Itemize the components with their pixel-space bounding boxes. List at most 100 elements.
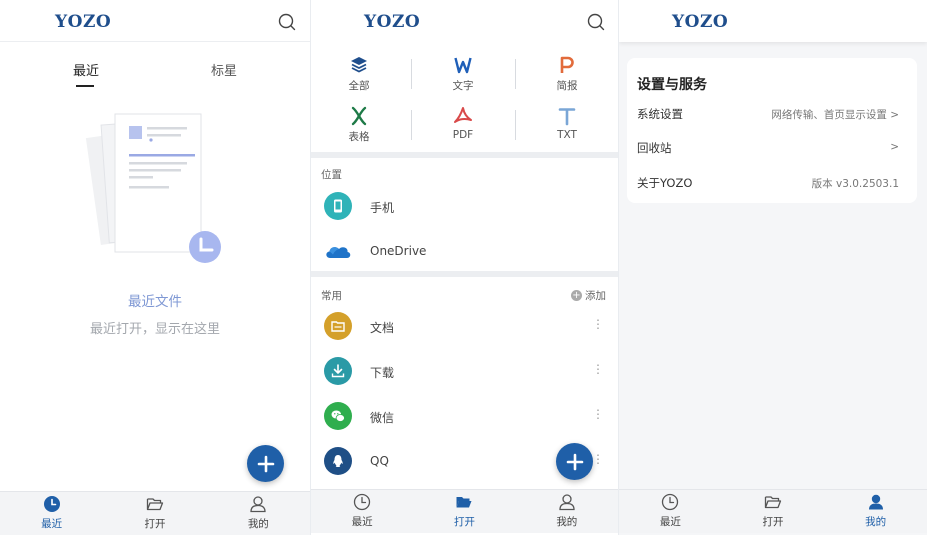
- phone-icon: [324, 192, 352, 220]
- nav-recent[interactable]: 最近: [311, 490, 413, 533]
- more-options-icon[interactable]: ⋮: [592, 453, 604, 465]
- more-options-icon[interactable]: ⋮: [592, 318, 604, 330]
- top-bar: YOZO: [619, 0, 927, 42]
- file-type-spreadsheet-label: 表格: [348, 131, 370, 143]
- common-downloads-label: 下载: [370, 366, 395, 380]
- nav-recent-label: 最近: [659, 516, 681, 528]
- search-icon[interactable]: [278, 13, 296, 31]
- pdf-icon: [454, 107, 472, 123]
- system-settings-label: 系统设置: [637, 107, 683, 121]
- file-type-all[interactable]: 全部: [329, 55, 389, 93]
- common-section-title: 常用: [321, 290, 342, 302]
- divider: [411, 59, 412, 89]
- location-section-title: 位置: [321, 169, 342, 181]
- nav-recent[interactable]: 最近: [619, 490, 722, 533]
- system-settings-value: 网络传输、首页显示设置 >: [771, 109, 899, 121]
- add-common-button[interactable]: + 添加: [571, 288, 606, 303]
- section-gap: [311, 152, 618, 158]
- nav-mine-label: 我的: [865, 516, 887, 528]
- nav-mine-label: 我的: [556, 516, 578, 528]
- common-downloads[interactable]: 下载 ⋮: [311, 351, 618, 395]
- tab-starred[interactable]: 标星: [211, 60, 237, 79]
- common-wechat-label: 微信: [370, 411, 395, 425]
- about-row[interactable]: 关于YOZO 版本 v3.0.2503.1: [637, 175, 899, 195]
- divider: [515, 110, 516, 140]
- nav-open[interactable]: 打开: [722, 490, 825, 533]
- app-logo: YOZO: [364, 12, 421, 32]
- presentation-icon: [560, 56, 574, 73]
- top-bar: YOZO: [0, 0, 310, 42]
- file-type-pdf-label: PDF: [452, 129, 474, 141]
- recycle-bin-row[interactable]: 回收站 >: [637, 140, 899, 160]
- location-phone[interactable]: 手机: [311, 186, 618, 230]
- bottom-nav: 最近 打开 我的: [311, 489, 618, 533]
- common-documents-label: 文档: [370, 321, 395, 335]
- spreadsheet-icon: [351, 106, 367, 126]
- folder-icon: [324, 312, 352, 340]
- file-type-txt-label: TXT: [557, 129, 577, 141]
- mine-screen: YOZO 设置与服务 系统设置 网络传输、首页显示设置 > 回收站 > 关于YO…: [619, 0, 927, 535]
- about-label: 关于YOZO: [637, 176, 693, 190]
- plus-icon: [566, 453, 583, 470]
- word-icon: [454, 57, 472, 74]
- clock-icon: [354, 493, 371, 511]
- recycle-bin-chevron: >: [890, 141, 899, 153]
- file-type-spreadsheet[interactable]: 表格: [329, 106, 389, 144]
- nav-mine[interactable]: 我的: [207, 492, 310, 535]
- user-icon: [250, 496, 266, 513]
- nav-recent[interactable]: 最近: [0, 492, 103, 535]
- active-tab-indicator: [76, 85, 94, 87]
- bottom-nav: 最近 打开 我的: [619, 489, 927, 533]
- nav-open-label: 打开: [453, 516, 475, 528]
- more-options-icon[interactable]: ⋮: [592, 408, 604, 420]
- nav-mine[interactable]: 我的: [824, 490, 927, 533]
- file-type-presentation-label: 简报: [556, 80, 578, 92]
- onedrive-icon: [324, 237, 352, 265]
- version-text: 版本 v3.0.2503.1: [811, 178, 899, 190]
- add-button[interactable]: [247, 445, 284, 482]
- file-type-presentation[interactable]: 简报: [537, 55, 597, 93]
- nav-open[interactable]: 打开: [413, 490, 515, 533]
- wechat-icon: [324, 402, 352, 430]
- nav-mine[interactable]: 我的: [516, 490, 618, 533]
- qq-icon: [324, 447, 352, 475]
- top-bar: YOZO: [311, 0, 618, 42]
- system-settings-row[interactable]: 系统设置 网络传输、首页显示设置 >: [637, 106, 899, 126]
- search-icon[interactable]: [587, 13, 605, 31]
- clock-icon: [662, 493, 679, 511]
- nav-recent-label: 最近: [351, 516, 373, 528]
- location-onedrive-label: OneDrive: [370, 244, 427, 258]
- common-wechat[interactable]: 微信 ⋮: [311, 396, 618, 440]
- empty-state-title: 最近文件: [128, 294, 182, 310]
- file-type-text-label: 文字: [452, 80, 474, 92]
- more-options-icon[interactable]: ⋮: [592, 363, 604, 375]
- location-phone-label: 手机: [370, 201, 395, 215]
- folder-open-icon: [764, 496, 782, 509]
- nav-open-label: 打开: [762, 516, 784, 528]
- file-type-text[interactable]: 文字: [433, 55, 493, 93]
- add-common-label: 添加: [585, 290, 606, 302]
- nav-recent-label: 最近: [41, 518, 63, 530]
- add-button[interactable]: [556, 443, 593, 480]
- file-type-txt[interactable]: TXT: [537, 106, 597, 141]
- common-qq-label: QQ: [370, 454, 389, 468]
- empty-state-subtitle: 最近打开，显示在这里: [89, 322, 220, 337]
- clock-icon: [43, 496, 60, 512]
- divider: [515, 59, 516, 89]
- file-type-pdf[interactable]: PDF: [433, 106, 493, 141]
- file-type-all-label: 全部: [348, 80, 370, 92]
- settings-card: 设置与服务 系统设置 网络传输、首页显示设置 > 回收站 > 关于YOZO 版本…: [627, 58, 917, 203]
- nav-open[interactable]: 打开: [103, 492, 206, 535]
- recent-screen: YOZO 最近 标星 最近文件 最近打开，显示在这里 最近 打开 我的: [0, 0, 310, 535]
- plus-icon: [257, 455, 274, 472]
- nav-open-label: 打开: [144, 518, 166, 530]
- common-documents[interactable]: 文档 ⋮: [311, 306, 618, 350]
- tab-recent[interactable]: 最近: [73, 60, 99, 79]
- folder-open-icon: [456, 497, 472, 508]
- nav-mine-label: 我的: [247, 518, 269, 530]
- user-icon: [559, 494, 575, 511]
- location-onedrive[interactable]: OneDrive: [311, 231, 618, 275]
- recycle-bin-label: 回收站: [637, 141, 672, 155]
- bottom-nav: 最近 打开 我的: [0, 491, 310, 535]
- app-logo: YOZO: [672, 12, 729, 32]
